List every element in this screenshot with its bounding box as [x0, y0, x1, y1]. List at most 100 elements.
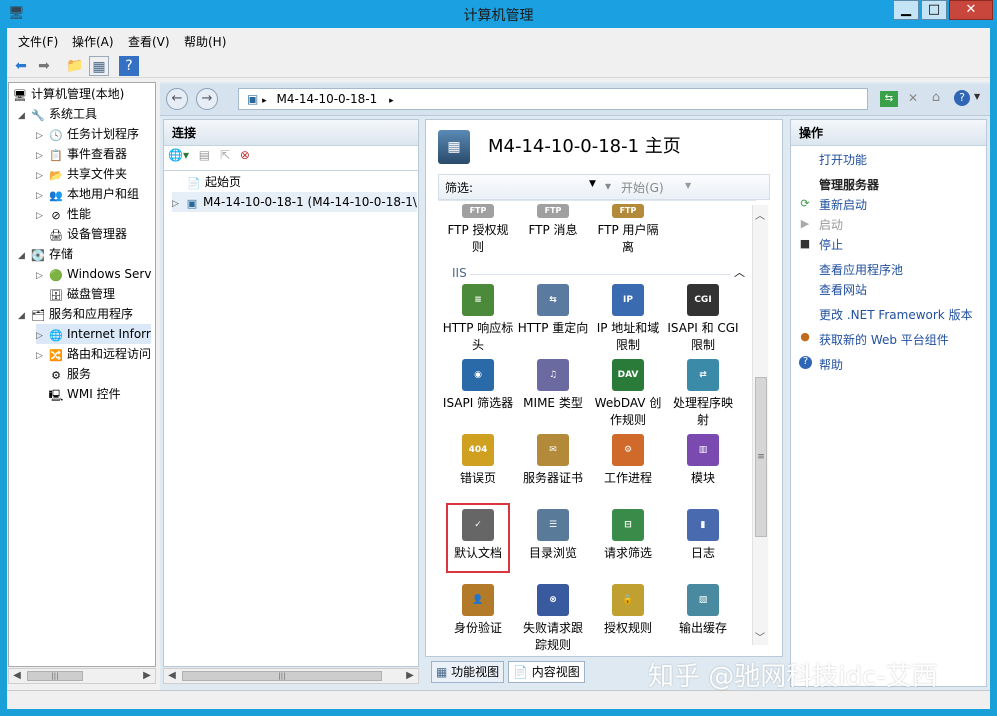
tree-item-system-tools[interactable]: ◢ 🔧 系统工具 — [18, 104, 97, 124]
expand-icon[interactable]: ▷ — [36, 266, 48, 286]
feature-failed-request-tracing[interactable]: ⊗ 失败请求跟 踪规则 — [515, 584, 591, 654]
up-icon[interactable]: ⇱ — [220, 148, 230, 162]
feature-authorization-rules[interactable]: 🔒 授权规则 — [590, 584, 666, 637]
feature-mime-types[interactable]: ♫ MIME 类型 — [515, 359, 591, 412]
nav-help-icon[interactable]: ? — [954, 90, 970, 106]
feature-http-redirect[interactable]: ⇆ HTTP 重定向 — [515, 284, 591, 337]
tree-item-local-users[interactable]: ▷ 👥 本地用户和组 — [36, 184, 139, 204]
connections-horizontal-scrollbar[interactable]: ◀ ||| ▶ — [163, 668, 419, 684]
address-bar[interactable]: ▣ ▸ M4-14-10-0-18-1 ▸ — [238, 88, 868, 110]
tree-item-routing[interactable]: ▷ 🔀 路由和远程访问 — [36, 344, 151, 364]
scroll-thumb[interactable]: ||| — [27, 671, 83, 681]
back-icon[interactable]: ⬅ — [11, 56, 31, 76]
feature-directory-browsing[interactable]: ☰ 目录浏览 — [515, 509, 591, 562]
feature-isapi-cgi-restrictions[interactable]: CGI ISAPI 和 CGI 限制 — [665, 284, 741, 354]
maximize-button[interactable]: □ — [921, 0, 947, 20]
scroll-left-icon[interactable]: ◀ — [164, 669, 180, 683]
help-dropdown-icon[interactable]: ▼ — [974, 92, 980, 101]
feature-logging[interactable]: ▮ 日志 — [665, 509, 741, 562]
help-icon[interactable]: ? — [119, 56, 139, 76]
change-net-version-link[interactable]: 更改 .NET Framework 版本 — [819, 306, 973, 323]
scroll-up-icon[interactable]: ︿ — [755, 207, 765, 222]
tree-root[interactable]: 🖥 计算机管理(本地) — [12, 84, 124, 104]
scroll-down-icon[interactable]: ﹀ — [755, 629, 765, 644]
tree-item-services-apps[interactable]: ◢ 🗂 服务和应用程序 — [18, 304, 133, 324]
feature-authentication[interactable]: 👤 身份验证 — [440, 584, 516, 637]
refresh-icon[interactable]: ⇆ — [880, 91, 898, 107]
tree-horizontal-scrollbar[interactable]: ◀ ||| ▶ — [8, 668, 156, 684]
minimize-button[interactable]: ▁ — [893, 0, 919, 20]
collapse-group-icon[interactable]: ︿ — [734, 264, 745, 280]
filter-dropdown-icon[interactable]: ▼ — [589, 179, 596, 189]
content-view-tab[interactable]: 📄 内容视图 — [508, 661, 585, 683]
feature-error-pages[interactable]: 404 错误页 — [440, 434, 516, 487]
filter-input[interactable] — [483, 177, 601, 195]
feature-ftp-authorization[interactable]: FTP FTP 授权规 则 — [440, 204, 516, 256]
expand-icon[interactable]: ▷ — [36, 166, 48, 186]
stop-link[interactable]: 停止 — [819, 236, 843, 253]
view-app-pools-link[interactable]: 查看应用程序池 — [819, 261, 903, 278]
expand-icon[interactable]: ▷ — [36, 346, 48, 366]
scroll-left-icon[interactable]: ◀ — [9, 669, 25, 683]
expand-icon[interactable]: ▷ — [172, 194, 184, 214]
feature-isapi-filters[interactable]: ◉ ISAPI 筛选器 — [440, 359, 516, 412]
stop-nav-icon[interactable]: ✕ — [905, 91, 921, 107]
home-icon[interactable]: ⌂ — [928, 90, 944, 106]
start-dropdown-icon[interactable]: ▼ — [685, 181, 691, 190]
feature-worker-processes[interactable]: ⚙ 工作进程 — [590, 434, 666, 487]
open-feature-link[interactable]: 打开功能 — [819, 151, 867, 168]
start-page-node[interactable]: 📄 起始页 — [186, 172, 241, 192]
tree-item-iis[interactable]: ▷ 🌐 Internet Inforr — [36, 324, 151, 344]
close-button[interactable]: ✕ — [949, 0, 993, 20]
expand-icon[interactable]: ▷ — [36, 206, 48, 226]
tree-item-storage[interactable]: ◢ 💽 存储 — [18, 244, 73, 264]
collapse-icon[interactable]: ◢ — [18, 246, 30, 266]
feature-ip-domain-restrictions[interactable]: IP IP 地址和域 限制 — [590, 284, 666, 354]
menu-file[interactable]: 文件(F) — [18, 33, 58, 50]
restart-link[interactable]: 重新启动 — [819, 196, 867, 213]
address-server[interactable]: M4-14-10-0-18-1 — [277, 92, 378, 106]
view-sites-link[interactable]: 查看网站 — [819, 281, 867, 298]
actions-help-link[interactable]: 帮助 — [819, 356, 843, 373]
expand-icon[interactable]: ▷ — [36, 146, 48, 166]
feature-ftp-user-isolation[interactable]: FTP FTP 用户隔 离 — [590, 204, 666, 256]
tree-item-disk-management[interactable]: 🗄 磁盘管理 — [48, 284, 115, 304]
forward-icon[interactable]: ➡ — [34, 56, 54, 76]
expand-icon[interactable]: ▷ — [36, 326, 48, 346]
tree-item-event-viewer[interactable]: ▷ 📋 事件查看器 — [36, 144, 127, 164]
features-vertical-scrollbar[interactable]: ︿ ≡ ﹀ — [752, 205, 768, 645]
tree-item-device-manager[interactable]: 🖨 设备管理器 — [48, 224, 127, 244]
disconnect-icon[interactable]: ⊗ — [240, 148, 250, 162]
feature-http-response-headers[interactable]: ≡ HTTP 响应标 头 — [440, 284, 516, 354]
up-folder-icon[interactable]: 📁 — [65, 56, 85, 76]
collapse-icon[interactable]: ◢ — [18, 106, 30, 126]
feature-modules[interactable]: ▥ 模块 — [665, 434, 741, 487]
expand-icon[interactable]: ▷ — [36, 186, 48, 206]
feature-handler-mappings[interactable]: ⇄ 处理程序映 射 — [665, 359, 741, 429]
feature-server-certificates[interactable]: ✉ 服务器证书 — [515, 434, 591, 487]
server-node[interactable]: ▷ ▣ M4-14-10-0-18-1 (M4-14-10-0-18-1\ — [172, 192, 417, 212]
address-chevron-icon[interactable]: ▸ — [389, 96, 394, 106]
scroll-thumb[interactable]: ||| — [182, 671, 382, 681]
nav-back-icon[interactable]: ← — [166, 88, 188, 110]
scroll-right-icon[interactable]: ▶ — [402, 669, 418, 683]
get-web-platform-link[interactable]: 获取新的 Web 平台组件 — [819, 331, 949, 348]
tree-item-shared-folders[interactable]: ▷ 📂 共享文件夹 — [36, 164, 127, 184]
scroll-thumb[interactable]: ≡ — [755, 377, 767, 537]
start-filter-button[interactable]: 开始(G) — [621, 179, 664, 196]
feature-output-caching[interactable]: ▧ 输出缓存 — [665, 584, 741, 637]
collapse-icon[interactable]: ◢ — [18, 306, 30, 326]
feature-webdav-authoring-rules[interactable]: DAV WebDAV 创 作规则 — [590, 359, 666, 429]
globe-connect-icon[interactable]: 🌐▾ — [168, 148, 189, 162]
save-icon[interactable]: ▤ — [199, 148, 210, 162]
feature-view-tab[interactable]: ▦ 功能视图 — [431, 661, 505, 683]
scroll-right-icon[interactable]: ▶ — [139, 669, 155, 683]
feature-request-filtering[interactable]: ⊟ 请求筛选 — [590, 509, 666, 562]
menu-view[interactable]: 查看(V) — [128, 33, 170, 50]
tree-item-task-scheduler[interactable]: ▷ 🕓 任务计划程序 — [36, 124, 139, 144]
expand-icon[interactable]: ▷ — [36, 126, 48, 146]
nav-forward-icon[interactable]: → — [196, 88, 218, 110]
feature-ftp-messages[interactable]: FTP FTP 消息 — [515, 204, 591, 239]
menu-action[interactable]: 操作(A) — [72, 33, 114, 50]
tree-item-performance[interactable]: ▷ ⊘ 性能 — [36, 204, 91, 224]
